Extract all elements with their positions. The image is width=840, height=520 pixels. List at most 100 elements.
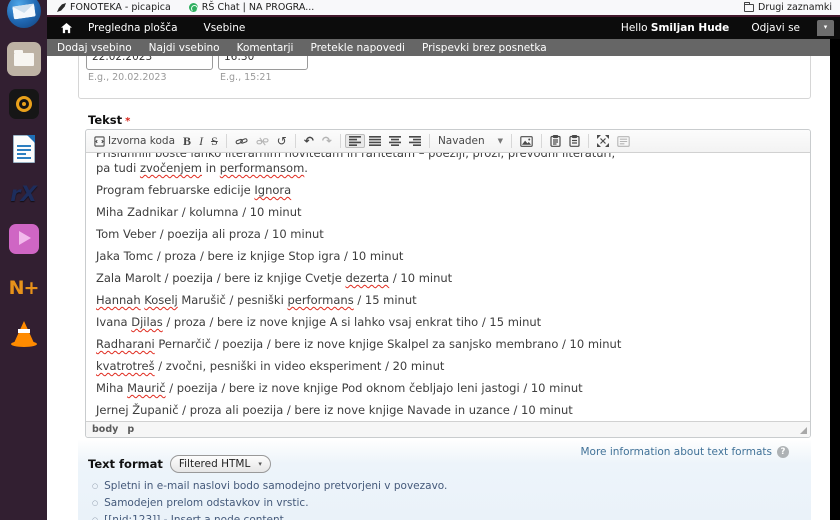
maximize-button[interactable] [593, 133, 613, 149]
body-editor: Izvorna koda B I S ↺ ↶ ↷ Navaden ▼ Prisl… [85, 129, 811, 438]
bookmark-fonoteka[interactable]: FONOTEKA - picapica [57, 2, 171, 13]
app-dock: rX N+ [0, 0, 47, 520]
italic-button[interactable]: I [195, 132, 207, 151]
link-button[interactable] [231, 134, 252, 149]
logout-link[interactable]: Odjavi se [751, 22, 800, 34]
shortcut-posts-without-recording[interactable]: Prispevki brez posnetka [422, 42, 547, 54]
thunderbird-icon[interactable] [6, 0, 41, 28]
image-icon [520, 135, 533, 147]
text-format-section: More information about text formats ? Te… [78, 440, 811, 520]
text-format-value: Filtered HTML [178, 458, 251, 470]
filter-tip: ○ Samodejen prelom odstavkov in vrstic. [92, 497, 447, 509]
shortcut-comments[interactable]: Komentarji [237, 42, 294, 54]
resize-handle[interactable] [800, 427, 807, 434]
nplus-app-icon[interactable]: N+ [7, 272, 41, 306]
align-right-icon [388, 136, 401, 146]
redo-button[interactable]: ↷ [318, 133, 336, 149]
writer-icon[interactable] [7, 132, 41, 166]
filter-tip: ○ [[nid:123]] - Insert a node content [92, 514, 447, 520]
admin-toolbar: Pregledna plošča Vsebine Hello Smiljan H… [47, 17, 840, 39]
align-center-icon [368, 136, 381, 146]
audio-player-icon[interactable] [7, 87, 41, 121]
shortcut-find-content[interactable]: Najdi vsebino [149, 42, 220, 54]
element-path-p[interactable]: p [127, 424, 134, 435]
shortcut-past-announcements[interactable]: Pretekle napovedi [310, 42, 405, 54]
editor-paragraph: Miha Zadnikar / kolumna / 10 minut [96, 205, 302, 219]
time-input[interactable]: 16:30 [218, 56, 308, 70]
tip-text: [[nid:123]] - Insert a node content [104, 514, 284, 520]
unlink-button[interactable] [252, 134, 273, 149]
editor-content[interactable]: Prisluhnili boste lahko literarnim novit… [86, 153, 810, 421]
bookmarks-bar: FONOTEKA - picapica RŠ Chat | NA PROGRA.… [47, 0, 840, 15]
toolbar-separator [294, 134, 296, 148]
strikethrough-button[interactable]: S [207, 132, 222, 151]
toolbar-separator [588, 134, 590, 148]
image-button[interactable] [516, 134, 537, 149]
date-value: 22.02.2023 [92, 56, 153, 63]
source-button[interactable]: Izvorna koda [90, 133, 179, 149]
other-bookmarks-button[interactable]: Drugi zaznamki [744, 1, 832, 13]
editor-paragraph: Prisluhnili boste lahko literarnim novit… [96, 153, 616, 160]
align-left-button[interactable] [344, 134, 365, 148]
bullet-icon: ○ [92, 516, 99, 520]
folder-glyph [13, 50, 34, 66]
bookmark-rs-chat[interactable]: RŠ Chat | NA PROGRA... [188, 2, 315, 13]
video-player-icon[interactable] [7, 222, 41, 256]
undo-button[interactable]: ↶ [300, 133, 318, 149]
paste-from-word-button[interactable] [546, 133, 565, 149]
filter-tip: ○ Spletni in e-mail naslovi bodo samodej… [92, 480, 447, 492]
toolbar-separator [511, 134, 513, 148]
greeting-prefix: Hello [620, 22, 648, 34]
shortcut-bar: Dodaj vsebino Najdi vsebino Komentarji P… [47, 39, 840, 56]
format-value: Navaden [437, 135, 485, 147]
bold-button[interactable]: B [179, 132, 195, 151]
source-icon [94, 135, 105, 147]
align-center-button[interactable] [365, 134, 385, 148]
bullet-icon: ○ [92, 499, 99, 507]
admin-menu-dashboard[interactable]: Pregledna plošča [88, 22, 178, 34]
align-justify-button[interactable] [405, 134, 425, 148]
text-format-label: Text format [88, 457, 163, 471]
username[interactable]: Smiljan Hude [651, 22, 729, 34]
element-path-body[interactable]: body [92, 424, 118, 435]
filter-tips-list: ○ Spletni in e-mail naslovi bodo samodej… [92, 480, 447, 520]
format-row: Text format Filtered HTML ▾ [88, 455, 271, 473]
admin-bar-toggle-button[interactable]: ▾ [817, 20, 834, 36]
bookmark-label: FONOTEKA - picapica [70, 2, 171, 13]
vlc-icon[interactable] [7, 317, 41, 351]
editor-status-bar: body p [86, 421, 810, 437]
page-content: 22.02.2023 E.g., 20.02.2023 16:30 E.g., … [47, 56, 830, 520]
date-input[interactable]: 22.02.2023 [86, 56, 213, 70]
text-format-select[interactable]: Filtered HTML ▾ [169, 455, 271, 473]
other-bookmarks-label: Drugi zaznamki [758, 2, 832, 13]
tip-text: Samodejen prelom odstavkov in vrstic. [104, 497, 309, 509]
home-icon[interactable] [61, 22, 72, 34]
bookmark-label: RŠ Chat | NA PROGRA... [201, 2, 315, 13]
maximize-icon [597, 135, 610, 147]
rx-app-icon[interactable]: rX [7, 177, 41, 211]
chevron-down-icon: ▼ [497, 137, 504, 145]
chevron-down-icon: ▾ [258, 460, 262, 468]
help-icon[interactable]: ? [777, 446, 789, 458]
editor-paragraph: Program februarske edicije Ignora [96, 183, 292, 197]
tekst-label-text: Tekst [88, 113, 123, 127]
paste-from-word-icon [550, 135, 561, 147]
show-blocks-button[interactable] [613, 134, 634, 149]
align-right-button[interactable] [385, 134, 405, 148]
document-glyph [12, 135, 35, 163]
more-info-link[interactable]: More information about text formats [580, 446, 772, 458]
paragraph-format-select[interactable]: Navaden ▼ [434, 133, 507, 149]
editor-paragraph: Miha Maurič / poezija / bere iz nove knj… [96, 381, 583, 395]
paste-plain-text-button[interactable] [565, 133, 584, 149]
admin-menu-content[interactable]: Vsebine [204, 22, 246, 34]
time-value: 16:30 [224, 56, 255, 63]
screen: rX N+ FONOTEKA - picapica RŠ Chat | NA P… [0, 0, 840, 520]
file-manager-icon[interactable] [6, 42, 41, 76]
shortcut-add-content[interactable]: Dodaj vsebino [57, 42, 132, 54]
toolbar-separator [339, 134, 341, 148]
anchor-button[interactable]: ↺ [273, 133, 291, 149]
vlc-base [10, 341, 37, 347]
date-help-text: E.g., 20.02.2023 [88, 72, 167, 83]
greeting-text: Hello Smiljan Hude [621, 22, 729, 34]
desktop-edge-strip [830, 39, 840, 520]
